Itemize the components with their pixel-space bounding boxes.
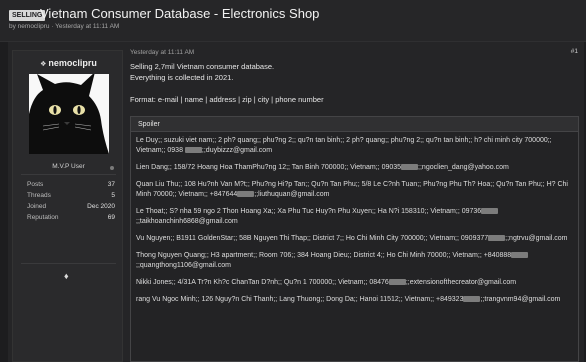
record: Lien Dang;; 158/72 Hoang Hoa ThamPhu?ng … (136, 163, 572, 173)
stat-value: Dec 2020 (87, 203, 115, 210)
record-text: rang Vu Ngoc Minh;; 126 Nguy?n Chi Thanh… (136, 296, 464, 303)
username[interactable]: ❖ nemoclipru (13, 58, 124, 68)
user-role: M.V.P User (52, 163, 85, 170)
redaction (388, 279, 406, 285)
record-text: Thong Nguyen Quang;; H3 apartment;; Room… (136, 252, 512, 259)
redaction (481, 208, 499, 214)
record: Nikki Jones;; 4/31A Tr?n Kh?c ChanTan D?… (136, 278, 572, 288)
record-email: ;;ngtrvu@gmail.com (505, 235, 568, 242)
redaction (184, 147, 202, 153)
stat-value[interactable]: 37 (108, 181, 115, 188)
record: Le Thoat;; S? nha 59 ngo 2 Thon Hoang Xa… (136, 207, 572, 227)
post-line: Everything is collected in 2021. (130, 73, 234, 82)
spoiler-box: Spoiler Le Duy;; suzuki viet nam;; 2 ph?… (130, 116, 579, 362)
stat-threads: Threads 5 (27, 192, 115, 202)
record-email: ;;extensionofthecreator@gmail.com (405, 279, 517, 286)
divider (21, 263, 116, 264)
record-email: ;;trangvnm94@gmail.com (480, 296, 561, 303)
username-text[interactable]: nemoclipru (48, 58, 97, 68)
user-sidebar: ❖ nemoclipru M.V.P User Posts 37 Threads … (12, 50, 123, 362)
stat-label: Reputation (27, 214, 59, 221)
record-email: ;;duybizzz@gmail.com (201, 147, 273, 154)
stat-joined: Joined Dec 2020 (27, 203, 115, 213)
avatar[interactable] (29, 74, 109, 154)
record: Le Duy;; suzuki viet nam;; 2 ph? quang;;… (136, 136, 572, 156)
record: Vu Nguyen;; B1911 GoldenStar;; 58B Nguye… (136, 234, 572, 244)
stat-posts: Posts 37 (27, 181, 115, 191)
record-email: ;;ngoclien_dang@yahoo.com (418, 164, 509, 171)
post-number[interactable]: #1 (571, 48, 578, 55)
stat-value: 69 (107, 214, 115, 221)
diamond-icon: ♦ (64, 271, 69, 281)
spoiler-content: Le Duy;; suzuki viet nam;; 2 ph? quang;;… (131, 132, 578, 305)
thread-byline: by nemoclipru · Yesterday at 11:11 AM (9, 23, 120, 30)
record-email: ;;liuthuquan@gmail.com (254, 191, 330, 198)
post-container: ❖ nemoclipru M.V.P User Posts 37 Threads … (8, 42, 584, 362)
stat-value[interactable]: 5 (111, 192, 115, 199)
redaction (511, 252, 529, 258)
diamond-icon: ❖ (40, 61, 47, 68)
spoiler-toggle[interactable]: Spoiler (131, 117, 578, 132)
record: Quan Liu Thu;; 108 Hu?nh Van M?t;; Phu?n… (136, 180, 572, 200)
divider (21, 174, 116, 175)
post-line: Selling 2,7mil Vietnam consumer database… (130, 62, 275, 71)
redaction (401, 164, 419, 170)
post-intro: Selling 2,7mil Vietnam consumer database… (130, 61, 324, 105)
stat-label: Joined (27, 203, 47, 210)
record-text: Nikki Jones;; 4/31A Tr?n Kh?c ChanTan D?… (136, 279, 389, 286)
post-line: Format: e-mail | name | address | zip | … (130, 95, 324, 104)
stat-label: Threads (27, 192, 51, 199)
post-timestamp[interactable]: Yesterday at 11:11 AM (130, 49, 194, 56)
redaction (488, 235, 506, 241)
record-text: Vu Nguyen;; B1911 GoldenStar;; 58B Nguye… (136, 235, 489, 242)
stat-label: Posts (27, 181, 44, 188)
cat-avatar-image (29, 74, 109, 154)
record-email: ;;taikhoanchinh6868@gmail.com (136, 218, 238, 225)
stat-reputation: Reputation 69 (27, 214, 115, 224)
status-dot-icon (110, 166, 114, 170)
redaction (237, 191, 255, 197)
record: Thong Nguyen Quang;; H3 apartment;; Room… (136, 251, 572, 271)
thread-title: Vietnam Consumer Database - Electronics … (40, 6, 320, 21)
record-text: Quan Liu Thu;; 108 Hu?nh Van M?t;; Phu?n… (136, 181, 568, 198)
redaction (463, 296, 481, 302)
record: rang Vu Ngoc Minh;; 126 Nguy?n Chi Thanh… (136, 295, 572, 305)
record-text: Le Thoat;; S? nha 59 ngo 2 Thon Hoang Xa… (136, 208, 482, 215)
thread-header: SELLING Vietnam Consumer Database - Elec… (0, 0, 586, 42)
record-text: Lien Dang;; 158/72 Hoang Hoa ThamPhu?ng … (136, 164, 402, 171)
record-email: ;;quangthong1106@gmail.com (136, 262, 231, 269)
